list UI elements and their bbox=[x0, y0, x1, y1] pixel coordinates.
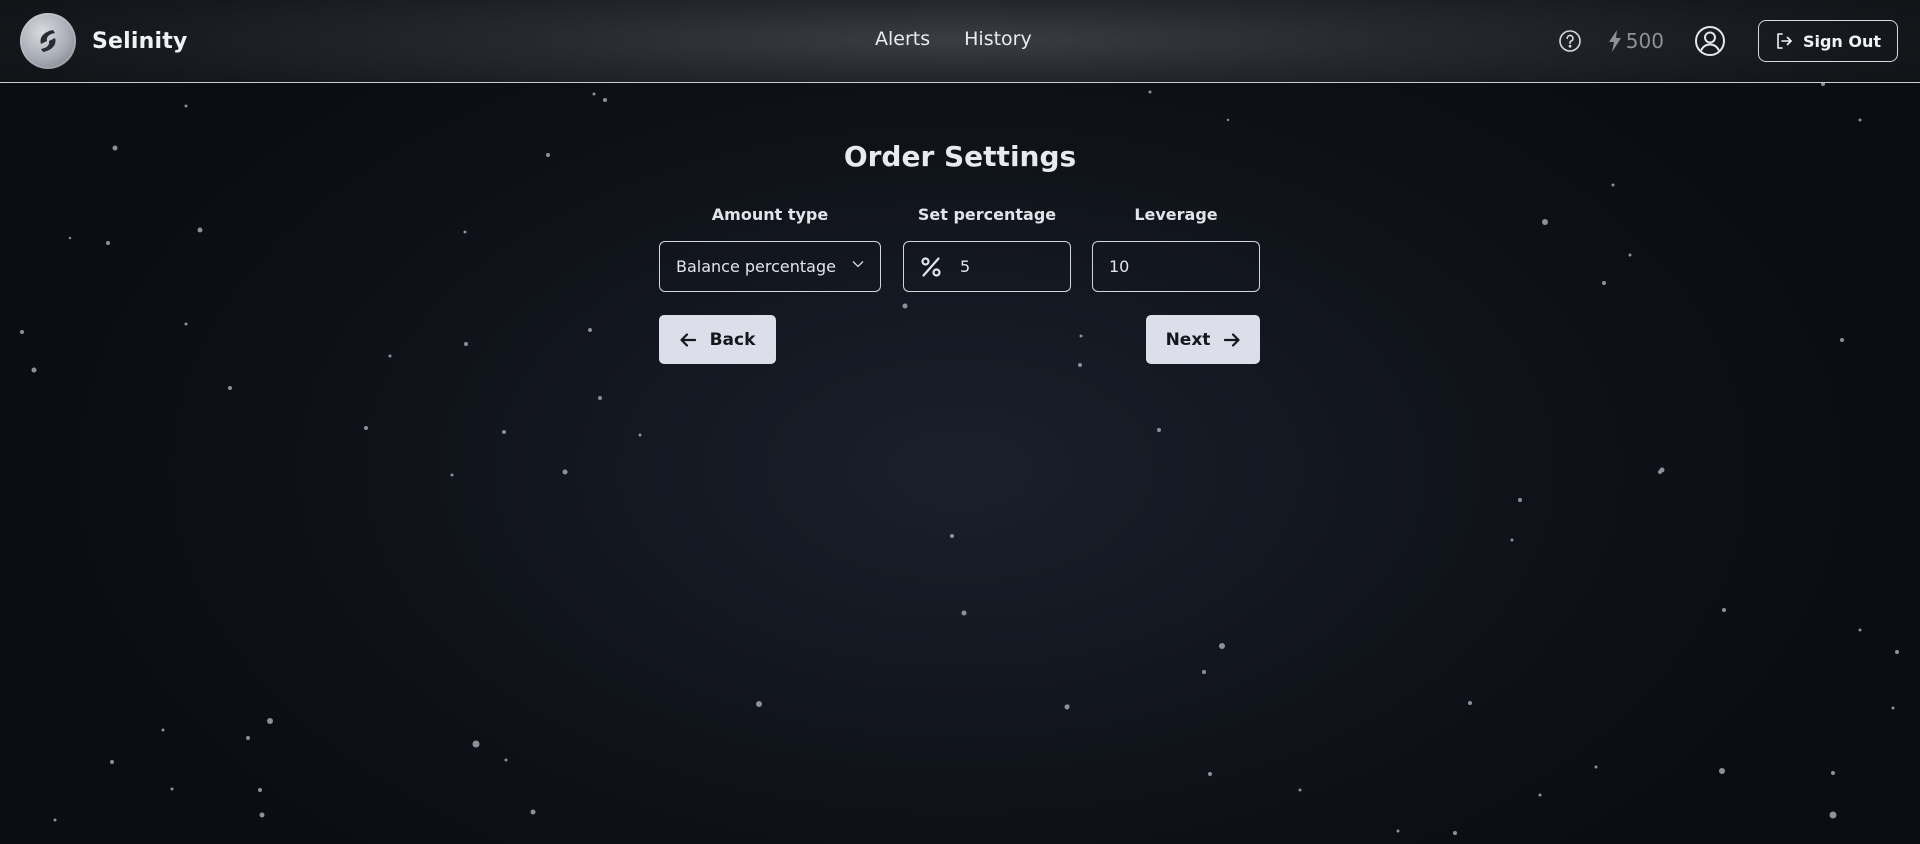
percentage-value: 5 bbox=[960, 257, 971, 276]
sign-out-icon bbox=[1777, 33, 1792, 49]
page: Selinity Alerts History 500 Sign Out Ord… bbox=[0, 0, 1920, 844]
nav-history[interactable]: History bbox=[964, 28, 1032, 50]
arrow-left-icon bbox=[679, 332, 696, 347]
page-title: Order Settings bbox=[843, 140, 1077, 173]
back-button[interactable]: Back bbox=[659, 315, 776, 364]
chevron-down-icon bbox=[852, 261, 864, 268]
lightning-icon bbox=[1608, 30, 1621, 52]
set-percentage-label: Set percentage bbox=[917, 205, 1057, 224]
help-circle-icon[interactable] bbox=[1558, 29, 1582, 53]
top-navbar: Selinity Alerts History 500 Sign Out bbox=[0, 0, 1920, 83]
brand-name: Selinity bbox=[92, 28, 188, 54]
arrow-right-icon bbox=[1224, 332, 1241, 347]
leverage-label: Leverage bbox=[1134, 205, 1218, 224]
main-nav: Alerts History bbox=[875, 28, 1032, 50]
leverage-value: 10 bbox=[1109, 257, 1130, 276]
percentage-input[interactable]: 5 bbox=[903, 241, 1071, 292]
sign-out-button[interactable]: Sign Out bbox=[1757, 20, 1898, 62]
credits-balance: 500 bbox=[1608, 29, 1664, 53]
brand[interactable]: Selinity bbox=[20, 13, 188, 69]
selinity-logo-icon bbox=[20, 13, 76, 69]
amount-type-value: Balance percentage bbox=[676, 257, 836, 276]
user-circle-icon[interactable] bbox=[1694, 25, 1726, 57]
nav-alerts[interactable]: Alerts bbox=[875, 28, 930, 50]
next-button[interactable]: Next bbox=[1146, 315, 1260, 364]
percent-icon bbox=[921, 256, 941, 277]
credits-value: 500 bbox=[1625, 29, 1664, 53]
leverage-input[interactable]: 10 bbox=[1092, 241, 1260, 292]
starfield-background bbox=[20, 82, 1899, 835]
amount-type-select[interactable]: Balance percentage bbox=[659, 241, 881, 292]
amount-type-label: Amount type bbox=[711, 205, 829, 224]
sign-out-label: Sign Out bbox=[1802, 31, 1881, 51]
next-label: Next bbox=[1165, 329, 1211, 350]
header-tools: 500 Sign Out bbox=[1558, 20, 1898, 62]
back-label: Back bbox=[709, 329, 756, 350]
